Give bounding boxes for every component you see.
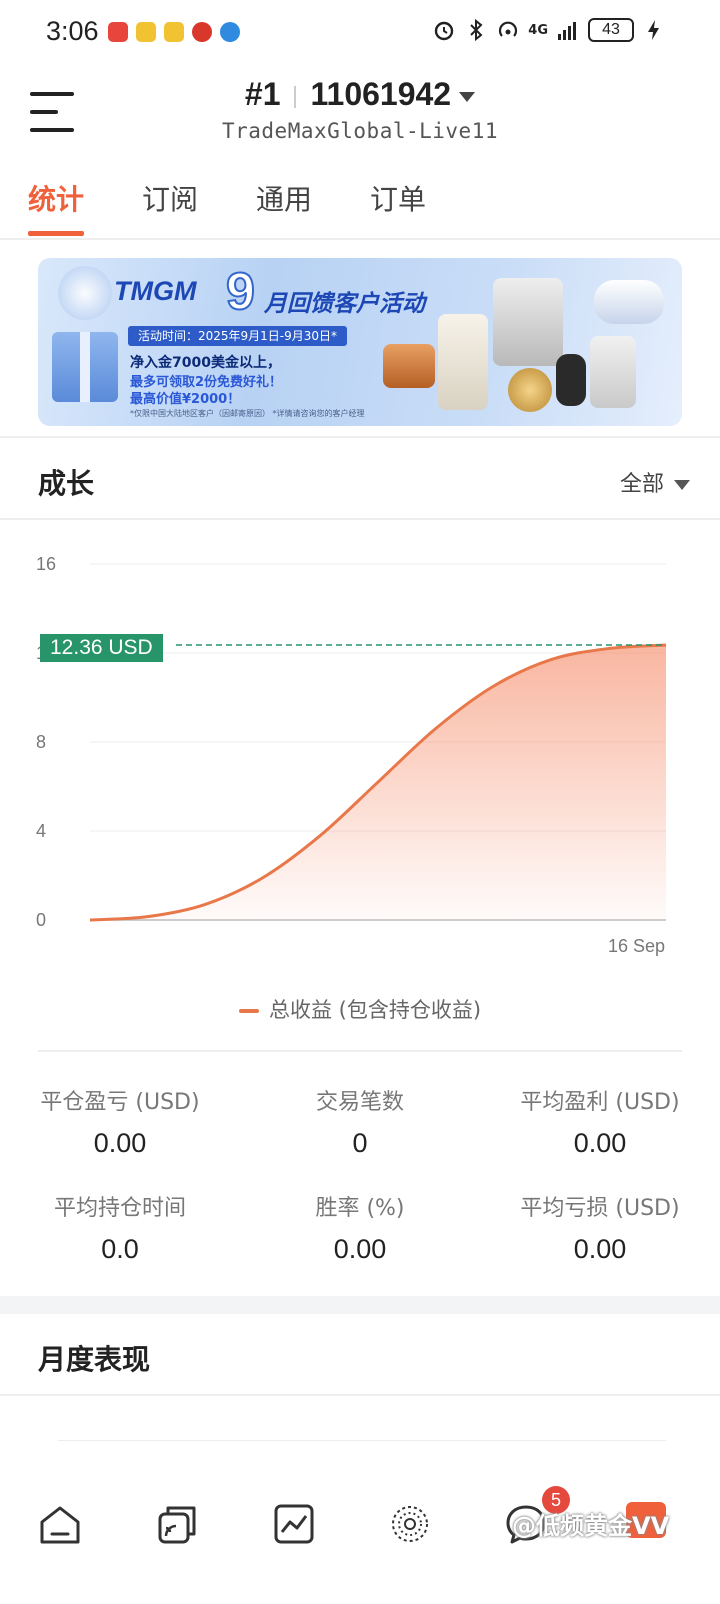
status-bar: 3:06 4G 43 (0, 0, 720, 66)
status-indicators: 4G 43 (432, 18, 666, 42)
x-tick-label: 16 Sep (608, 936, 665, 956)
drone-graphic (594, 280, 664, 324)
account-prefix: #1 (244, 76, 281, 112)
period-filter[interactable]: 全部 (620, 466, 690, 498)
massager-graphic (383, 344, 435, 388)
monthly-title: 月度表现 (38, 1343, 151, 1376)
app-notification-icon (136, 22, 156, 42)
promo-banner[interactable]: TMGM 9 月回馈客户活动 活动时间：2025年9月1日-9月30日* 净入金… (38, 258, 682, 426)
account-server: TradeMaxGlobal-Live11 (221, 119, 498, 143)
banner-line1: 净入金7000美金以上， (130, 355, 281, 371)
legend-swatch (238, 1009, 259, 1013)
app-notification-icon (192, 22, 212, 42)
stat-avg-profit: 平均盈利 (USD) 0.00 (520, 1090, 680, 1158)
tab-subscribe[interactable]: 订阅 (142, 178, 198, 232)
phone-graphic (590, 336, 636, 408)
section-separator (0, 1296, 720, 1314)
banner-note: *仅限中国大陆地区客户（因邮寄原因） *详情请咨询您的客户经理 (130, 409, 365, 418)
charging-icon (648, 20, 659, 40)
stat-trade-count: 交易笔数 0 (315, 1090, 404, 1158)
stat-avg-hold-time: 平均持仓时间 0.0 (53, 1196, 186, 1264)
banner-number: 9 (225, 262, 256, 322)
legend-label: 总收益 (包含持仓收益) (268, 998, 482, 1022)
jar-graphic (508, 368, 552, 412)
bluetooth-icon (470, 18, 483, 42)
tab-general[interactable]: 通用 (256, 178, 312, 232)
growth-title: 成长 (38, 467, 95, 500)
growth-chart: 048121616 Sep (36, 554, 667, 956)
battery-indicator: 43 (588, 18, 634, 42)
tumbler-graphic (438, 314, 488, 410)
home-icon[interactable] (36, 1500, 84, 1548)
y-tick-label: 4 (36, 821, 46, 841)
tab-statistics[interactable]: 统计 (28, 178, 85, 236)
notification-icons (108, 22, 240, 42)
stat-closed-pnl: 平仓盈亏 (USD) 0.00 (40, 1090, 200, 1158)
coin-graphic (58, 266, 112, 320)
current-value-tag: 12.36 USD (40, 634, 163, 662)
app-notification-icon (220, 22, 240, 42)
coffee-machine-graphic (493, 278, 563, 366)
stat-avg-loss: 平均亏损 (USD) 0.00 (520, 1196, 680, 1264)
stat-win-rate: 胜率 (%) 0.00 (315, 1196, 405, 1264)
y-tick-label: 16 (36, 554, 56, 574)
banner-brand: TMGM (114, 276, 197, 306)
tab-bar: 统计 订阅 通用 订单 (0, 170, 720, 240)
account-number: 11061942 (310, 76, 452, 112)
y-tick-label: 0 (36, 910, 46, 930)
banner-subtitle: 月回馈客户活动 (264, 291, 425, 317)
banner-date: 活动时间：2025年9月1日-9月30日* (128, 326, 348, 346)
network-type: 4G (528, 22, 548, 38)
hotspot-icon (499, 21, 518, 37)
app-notification-icon (108, 22, 128, 42)
signal-icon (558, 22, 576, 40)
app-header: #1 11061942 TradeMaxGlobal-Live11 (0, 66, 720, 166)
banner-line3: 最高价值¥2000！ (130, 392, 241, 407)
status-time: 3:06 (46, 16, 99, 46)
app-notification-icon (164, 22, 184, 42)
chart-legend[interactable]: 总收益 (包含持仓收益) (0, 994, 720, 1024)
tab-orders[interactable]: 订单 (370, 178, 426, 232)
gift-box-graphic (52, 332, 118, 402)
account-selector[interactable]: #1 11061942 TradeMaxGlobal-Live11 (0, 76, 720, 143)
watermark: @低频黄金VV (512, 1512, 670, 1540)
discover-icon[interactable] (386, 1500, 434, 1548)
copy-trade-icon[interactable] (154, 1500, 202, 1548)
chevron-down-icon (459, 91, 476, 102)
period-filter-label: 全部 (619, 472, 664, 497)
alarm-icon (435, 21, 454, 41)
y-tick-label: 8 (36, 732, 46, 752)
chart-icon[interactable] (270, 1500, 318, 1548)
smart-band-graphic (556, 354, 586, 406)
chevron-down-icon (674, 480, 690, 490)
